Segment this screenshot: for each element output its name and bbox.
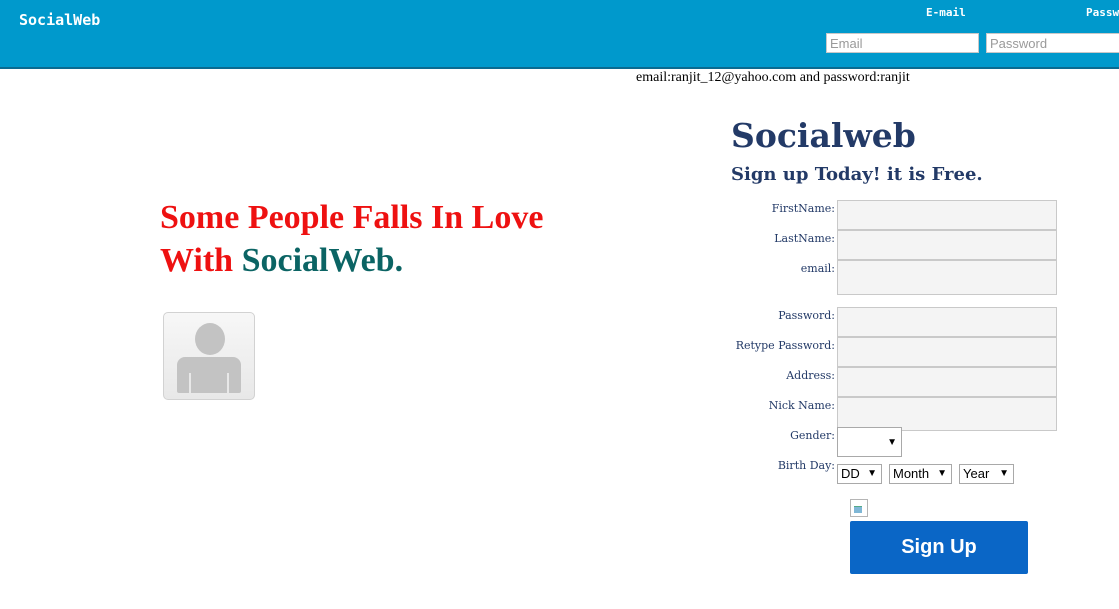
retype-password-field[interactable]	[837, 337, 1057, 367]
birth-year-value: Year	[963, 466, 990, 481]
birth-day-select[interactable]: DD ▼	[837, 464, 882, 484]
login-email-label: E-mail	[926, 6, 966, 19]
nick-name-label: Nick Name:	[768, 399, 835, 412]
top-navbar: SocialWeb E-mail Password	[0, 0, 1119, 69]
hero-headline: Some People Falls In Love With SocialWeb…	[160, 196, 600, 282]
gender-label: Gender:	[790, 429, 835, 442]
login-password-label: Password	[1086, 6, 1119, 19]
hero-brand-word: SocialWeb.	[241, 242, 404, 279]
hero-line1: Some People Falls In Love	[160, 199, 544, 236]
birth-day-label: Birth Day:	[777, 459, 835, 472]
first-name-label: FirstName:	[771, 202, 835, 215]
avatar-placeholder-icon	[163, 312, 255, 400]
broken-image-icon	[850, 499, 868, 517]
signup-title: Socialweb	[731, 116, 916, 155]
nick-name-field[interactable]	[837, 397, 1057, 431]
password-label: Password:	[778, 309, 835, 322]
email-label: email:	[800, 262, 835, 275]
chevron-down-icon: ▼	[937, 468, 947, 479]
birth-month-value: Month	[893, 466, 930, 481]
login-email-input[interactable]	[826, 33, 979, 53]
birth-month-select[interactable]: Month ▼	[889, 464, 952, 484]
signup-subtitle: Sign up Today! it is Free.	[731, 164, 983, 185]
chevron-down-icon: ▼	[867, 468, 877, 479]
address-label: Address:	[786, 369, 835, 382]
password-field[interactable]	[837, 307, 1057, 337]
credentials-hint: email:ranjit_12@yahoo.com and password:r…	[636, 70, 910, 85]
brand-logo[interactable]: SocialWeb	[19, 11, 100, 29]
gender-select[interactable]: ▼	[837, 427, 902, 457]
hero-line2-prefix: With	[160, 242, 242, 279]
chevron-down-icon: ▼	[887, 437, 897, 448]
address-field[interactable]	[837, 367, 1057, 397]
retype-password-label: Retype Password:	[735, 339, 835, 352]
chevron-down-icon: ▼	[999, 468, 1009, 479]
login-password-input[interactable]	[986, 33, 1119, 53]
last-name-label: LastName:	[774, 232, 835, 245]
birth-day-value: DD	[841, 466, 860, 481]
sign-up-button[interactable]: Sign Up	[850, 521, 1028, 574]
email-field[interactable]	[837, 260, 1057, 295]
last-name-field[interactable]	[837, 230, 1057, 260]
first-name-field[interactable]	[837, 200, 1057, 230]
birth-year-select[interactable]: Year ▼	[959, 464, 1014, 484]
